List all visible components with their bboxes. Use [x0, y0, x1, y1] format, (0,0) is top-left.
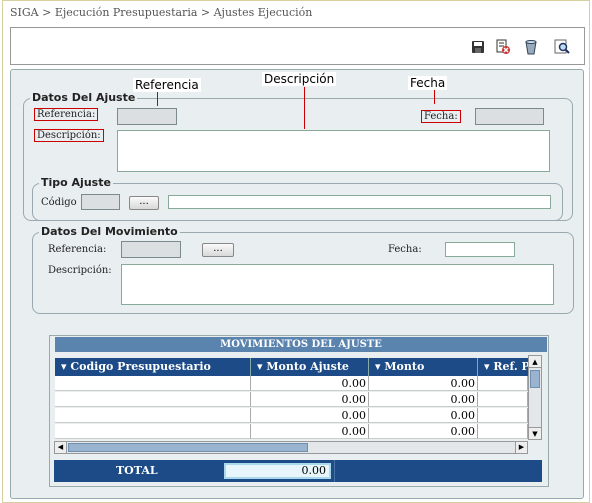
datos-movimiento-legend: Datos Del Movimiento [39, 225, 180, 238]
save-icon[interactable] [470, 39, 486, 55]
annotation-fecha: Fecha [408, 76, 448, 90]
column-header-monto[interactable]: ▾ Monto [369, 358, 478, 376]
page: SIGA > Ejecución Presupuestaria > Ajuste… [0, 0, 592, 503]
grid-horizontal-scrollbar[interactable]: ◀ ▶ [54, 441, 528, 454]
table-row[interactable]: 0.00 0.00 [55, 376, 540, 391]
tipo-ajuste-fieldset: Tipo Ajuste Código ... [32, 176, 563, 221]
cell-monto-ajuste[interactable]: 0.00 [251, 408, 369, 423]
cell-monto[interactable]: 0.00 [369, 408, 478, 423]
cell-ref[interactable] [478, 392, 528, 407]
descripcion-label: Descripción: [34, 129, 104, 142]
scroll-right-icon[interactable]: ▶ [515, 442, 527, 453]
annotation-descripcion-pointer [304, 87, 305, 129]
cell-codigo[interactable] [55, 376, 251, 391]
datos-ajuste-legend: Datos Del Ajuste [30, 91, 138, 104]
annotation-referencia-pointer [157, 92, 158, 106]
search-icon[interactable] [554, 39, 570, 55]
tipo-ajuste-legend: Tipo Ajuste [39, 176, 113, 189]
grid-vertical-scrollbar[interactable]: ▲ ▼ [528, 355, 542, 440]
cell-monto-ajuste[interactable]: 0.00 [251, 424, 369, 439]
movimiento-descripcion-textarea[interactable] [121, 264, 554, 305]
clear-icon[interactable] [523, 39, 539, 55]
movimiento-fecha-label: Fecha: [388, 244, 422, 255]
cell-monto[interactable]: 0.00 [369, 376, 478, 391]
descripcion-textarea[interactable] [117, 130, 550, 172]
vertical-scroll-thumb[interactable] [530, 370, 540, 388]
referencia-input[interactable] [117, 108, 177, 125]
grid-title: MOVIMIENTOS DEL AJUSTE [55, 337, 547, 352]
movimiento-fecha-input[interactable] [445, 242, 515, 257]
table-row[interactable]: 0.00 0.00 [55, 408, 540, 423]
codigo-lookup-button[interactable]: ... [129, 196, 159, 210]
cell-monto-ajuste[interactable]: 0.00 [251, 376, 369, 391]
datos-movimiento-fieldset: Datos Del Movimiento Referencia: ... Fec… [32, 225, 574, 314]
breadcrumb: SIGA > Ejecución Presupuestaria > Ajuste… [10, 6, 313, 19]
cell-monto-ajuste[interactable]: 0.00 [251, 392, 369, 407]
codigo-input[interactable] [81, 194, 120, 210]
tipo-ajuste-descripcion-input[interactable] [168, 195, 551, 209]
scroll-up-icon[interactable]: ▲ [529, 356, 541, 368]
movimiento-referencia-label: Referencia: [48, 244, 107, 255]
cell-ref[interactable] [478, 408, 528, 423]
referencia-label: Referencia: [34, 108, 99, 121]
cell-monto[interactable]: 0.00 [369, 392, 478, 407]
horizontal-scroll-thumb[interactable] [68, 443, 308, 452]
cell-codigo[interactable] [55, 424, 251, 439]
scroll-down-icon[interactable]: ▼ [529, 427, 541, 439]
delete-icon[interactable] [495, 39, 511, 55]
scroll-left-icon[interactable]: ◀ [55, 442, 67, 453]
column-header-codigo-label: Codigo Presupuestario [70, 360, 211, 373]
annotation-referencia: Referencia [133, 78, 201, 92]
column-header-monto-ajuste-label: Monto Ajuste [266, 360, 349, 373]
annotation-descripcion: Descripción [262, 72, 337, 86]
table-row[interactable]: 0.00 0.00 [55, 424, 540, 439]
column-header-ref-label: Ref. P [493, 360, 530, 373]
movimiento-descripcion-label: Descripción: [48, 265, 112, 276]
fecha-label: Fecha: [421, 110, 461, 123]
total-label: TOTAL [116, 464, 158, 477]
column-header-codigo[interactable]: ▾ Codigo Presupuestario [55, 358, 251, 376]
annotation-fecha-pointer [434, 90, 435, 104]
table-row[interactable]: 0.00 0.00 [55, 392, 540, 407]
codigo-label: Código [41, 197, 77, 208]
total-value-field: 0.00 [224, 463, 331, 479]
movimiento-lookup-button[interactable]: ... [202, 243, 234, 257]
movimiento-referencia-input[interactable] [121, 241, 181, 258]
total-divider [334, 460, 335, 482]
column-header-monto-label: Monto [384, 360, 425, 373]
cell-ref[interactable] [478, 424, 528, 439]
grid-header: ▾ Codigo Presupuestario ▾ Monto Ajuste ▾… [55, 358, 537, 376]
cell-monto[interactable]: 0.00 [369, 424, 478, 439]
total-bar: TOTAL 0.00 [54, 460, 542, 482]
column-header-monto-ajuste[interactable]: ▾ Monto Ajuste [251, 358, 369, 376]
datos-ajuste-fieldset: Datos Del Ajuste Referencia: Fecha: Desc… [23, 91, 573, 221]
cell-codigo[interactable] [55, 392, 251, 407]
cell-ref[interactable] [478, 376, 528, 391]
cell-codigo[interactable] [55, 408, 251, 423]
fecha-input[interactable] [475, 108, 544, 125]
toolbar [10, 27, 585, 65]
